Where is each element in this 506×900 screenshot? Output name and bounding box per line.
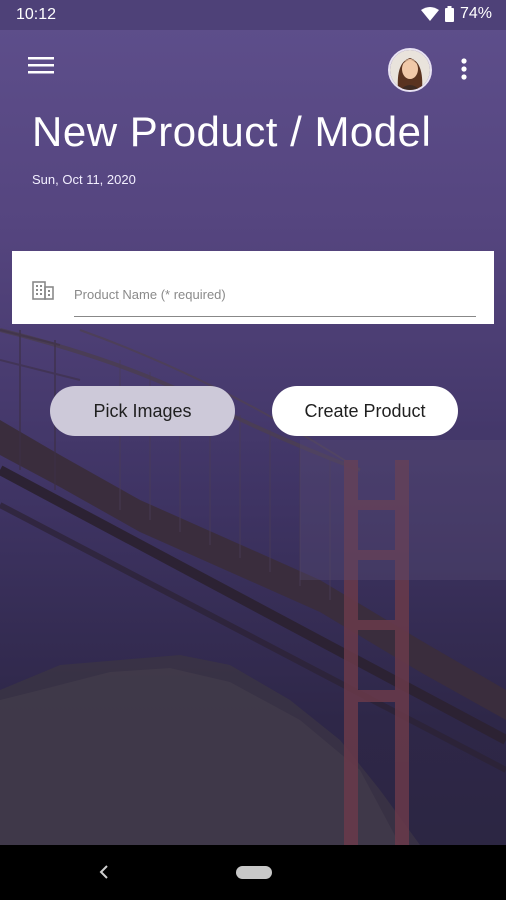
- user-avatar[interactable]: [388, 48, 432, 92]
- battery-icon: [444, 6, 454, 22]
- status-icons: 74%: [420, 5, 492, 23]
- pick-images-button[interactable]: Pick Images: [50, 386, 235, 436]
- battery-percent: 74%: [459, 5, 492, 22]
- user-avatar-image: [390, 50, 430, 90]
- hamburger-menu-icon[interactable]: [26, 54, 56, 78]
- more-vert-icon[interactable]: [452, 54, 476, 84]
- page-date: Sun, Oct 11, 2020: [32, 172, 136, 187]
- home-pill-icon[interactable]: [236, 866, 272, 879]
- status-time: 10:12: [16, 6, 57, 23]
- product-name-card: [12, 251, 494, 324]
- back-chevron-icon[interactable]: [94, 859, 114, 885]
- page-title: New Product / Model: [32, 108, 432, 155]
- status-bar: 10:12 74%: [0, 0, 506, 30]
- app-screen: 10:12 74% New Product / Model Sun, Oct 1…: [0, 0, 506, 900]
- product-name-input[interactable]: [74, 273, 476, 317]
- system-nav-bar: [0, 845, 506, 900]
- building-icon: [32, 281, 54, 300]
- create-product-button[interactable]: Create Product: [272, 386, 458, 436]
- wifi-icon: [420, 7, 439, 21]
